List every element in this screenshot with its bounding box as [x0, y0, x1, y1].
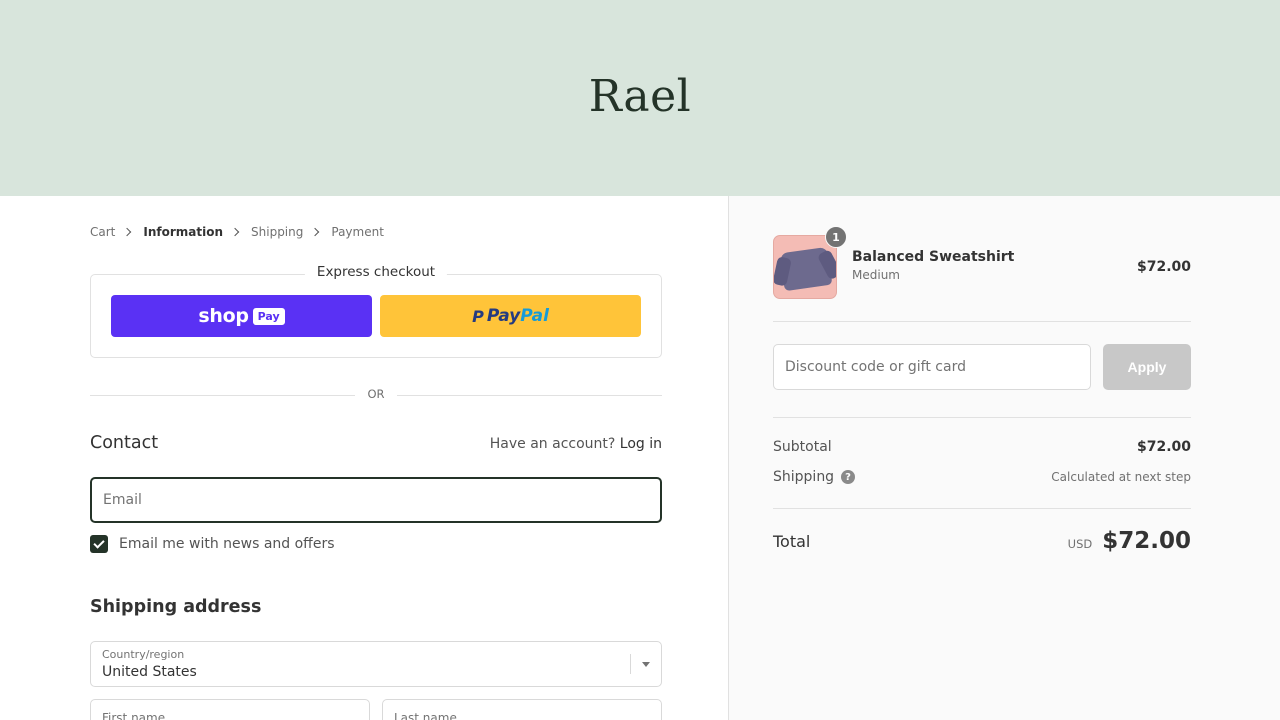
discount-code-input[interactable]	[773, 344, 1091, 390]
total-value: $72.00	[1102, 528, 1191, 554]
last-name-field[interactable]: Last name	[382, 699, 662, 720]
store-logo[interactable]: Rael	[589, 71, 691, 122]
product-name: Balanced Sweatshirt	[852, 249, 1015, 265]
shop-pay-wordmark: shop	[198, 305, 249, 327]
summary-divider	[773, 417, 1191, 418]
paypal-button[interactable]: P Pay Pal	[380, 295, 641, 337]
divider-line	[90, 395, 355, 396]
newsletter-checkbox[interactable]	[90, 535, 108, 553]
checkout-main: Cart Information Shipping Payment Expres…	[0, 196, 728, 720]
breadcrumb-payment: Payment	[331, 225, 384, 239]
country-select-label: Country/region	[102, 648, 185, 661]
total-amount: USD $72.00	[1068, 528, 1191, 554]
express-checkout-title: Express checkout	[304, 264, 448, 280]
apply-discount-button[interactable]: Apply	[1103, 344, 1191, 390]
shipping-label: Shipping	[773, 469, 835, 485]
chevron-right-icon	[311, 227, 320, 237]
newsletter-option: Email me with news and offers	[90, 535, 335, 553]
chevron-right-icon	[230, 227, 240, 237]
breadcrumb-cart[interactable]: Cart	[90, 225, 115, 239]
total-row: Total USD $72.00	[773, 528, 1191, 554]
order-line-item: 1 Balanced Sweatshirt Medium $72.00	[773, 226, 1191, 299]
paypal-icon: P	[472, 306, 484, 326]
first-name-field[interactable]: First name	[90, 699, 370, 720]
last-name-label: Last name	[394, 711, 457, 720]
shipping-label-group: Shipping ?	[773, 469, 856, 485]
first-name-label: First name	[102, 711, 166, 720]
subtotal-row: Subtotal $72.00	[773, 439, 1191, 455]
currency-code: USD	[1067, 537, 1093, 551]
newsletter-label[interactable]: Email me with news and offers	[119, 536, 335, 552]
express-checkout: Express checkout shop Pay P Pay Pal	[90, 264, 662, 358]
chevron-down-icon	[642, 662, 650, 667]
summary-divider	[773, 321, 1191, 322]
checkmark-icon	[93, 536, 105, 549]
chevron-right-icon	[123, 227, 132, 237]
summary-divider	[773, 508, 1191, 509]
subtotal-value: $72.00	[1136, 439, 1191, 455]
email-field[interactable]	[90, 477, 662, 523]
paypal-wordmark-pay: Pay	[486, 306, 521, 326]
shipping-row: Shipping ? Calculated at next step	[773, 469, 1191, 485]
header-banner: Rael	[0, 0, 1280, 196]
breadcrumb-shipping: Shipping	[251, 225, 304, 239]
paypal-wordmark-pal: Pal	[520, 306, 549, 326]
question-circle-icon[interactable]: ?	[841, 470, 856, 484]
shop-pay-button[interactable]: shop Pay	[111, 295, 372, 337]
contact-heading: Contact	[90, 433, 159, 453]
product-price: $72.00	[1136, 259, 1191, 275]
login-link[interactable]: Log in	[620, 436, 662, 452]
or-divider: OR	[90, 387, 662, 403]
breadcrumb: Cart Information Shipping Payment	[90, 225, 384, 239]
shipping-address-heading: Shipping address	[90, 597, 262, 617]
shop-pay-badge: Pay	[252, 307, 285, 325]
quantity-badge: 1	[825, 226, 847, 248]
sweatshirt-image	[779, 246, 833, 292]
total-label: Total	[773, 531, 811, 551]
select-divider	[630, 654, 631, 674]
product-variant: Medium	[852, 268, 900, 282]
or-text: OR	[367, 387, 385, 401]
country-select-value: United States	[102, 664, 197, 680]
shipping-value: Calculated at next step	[1051, 470, 1191, 484]
divider-line	[397, 395, 662, 396]
subtotal-label: Subtotal	[773, 439, 832, 455]
country-select[interactable]: Country/region United States	[90, 641, 662, 687]
breadcrumb-information: Information	[143, 225, 224, 239]
have-account-text: Have an account?	[489, 436, 616, 452]
have-account-prompt: Have an account? Log in	[490, 436, 662, 452]
order-summary: 1 Balanced Sweatshirt Medium $72.00 Appl…	[728, 196, 1280, 720]
